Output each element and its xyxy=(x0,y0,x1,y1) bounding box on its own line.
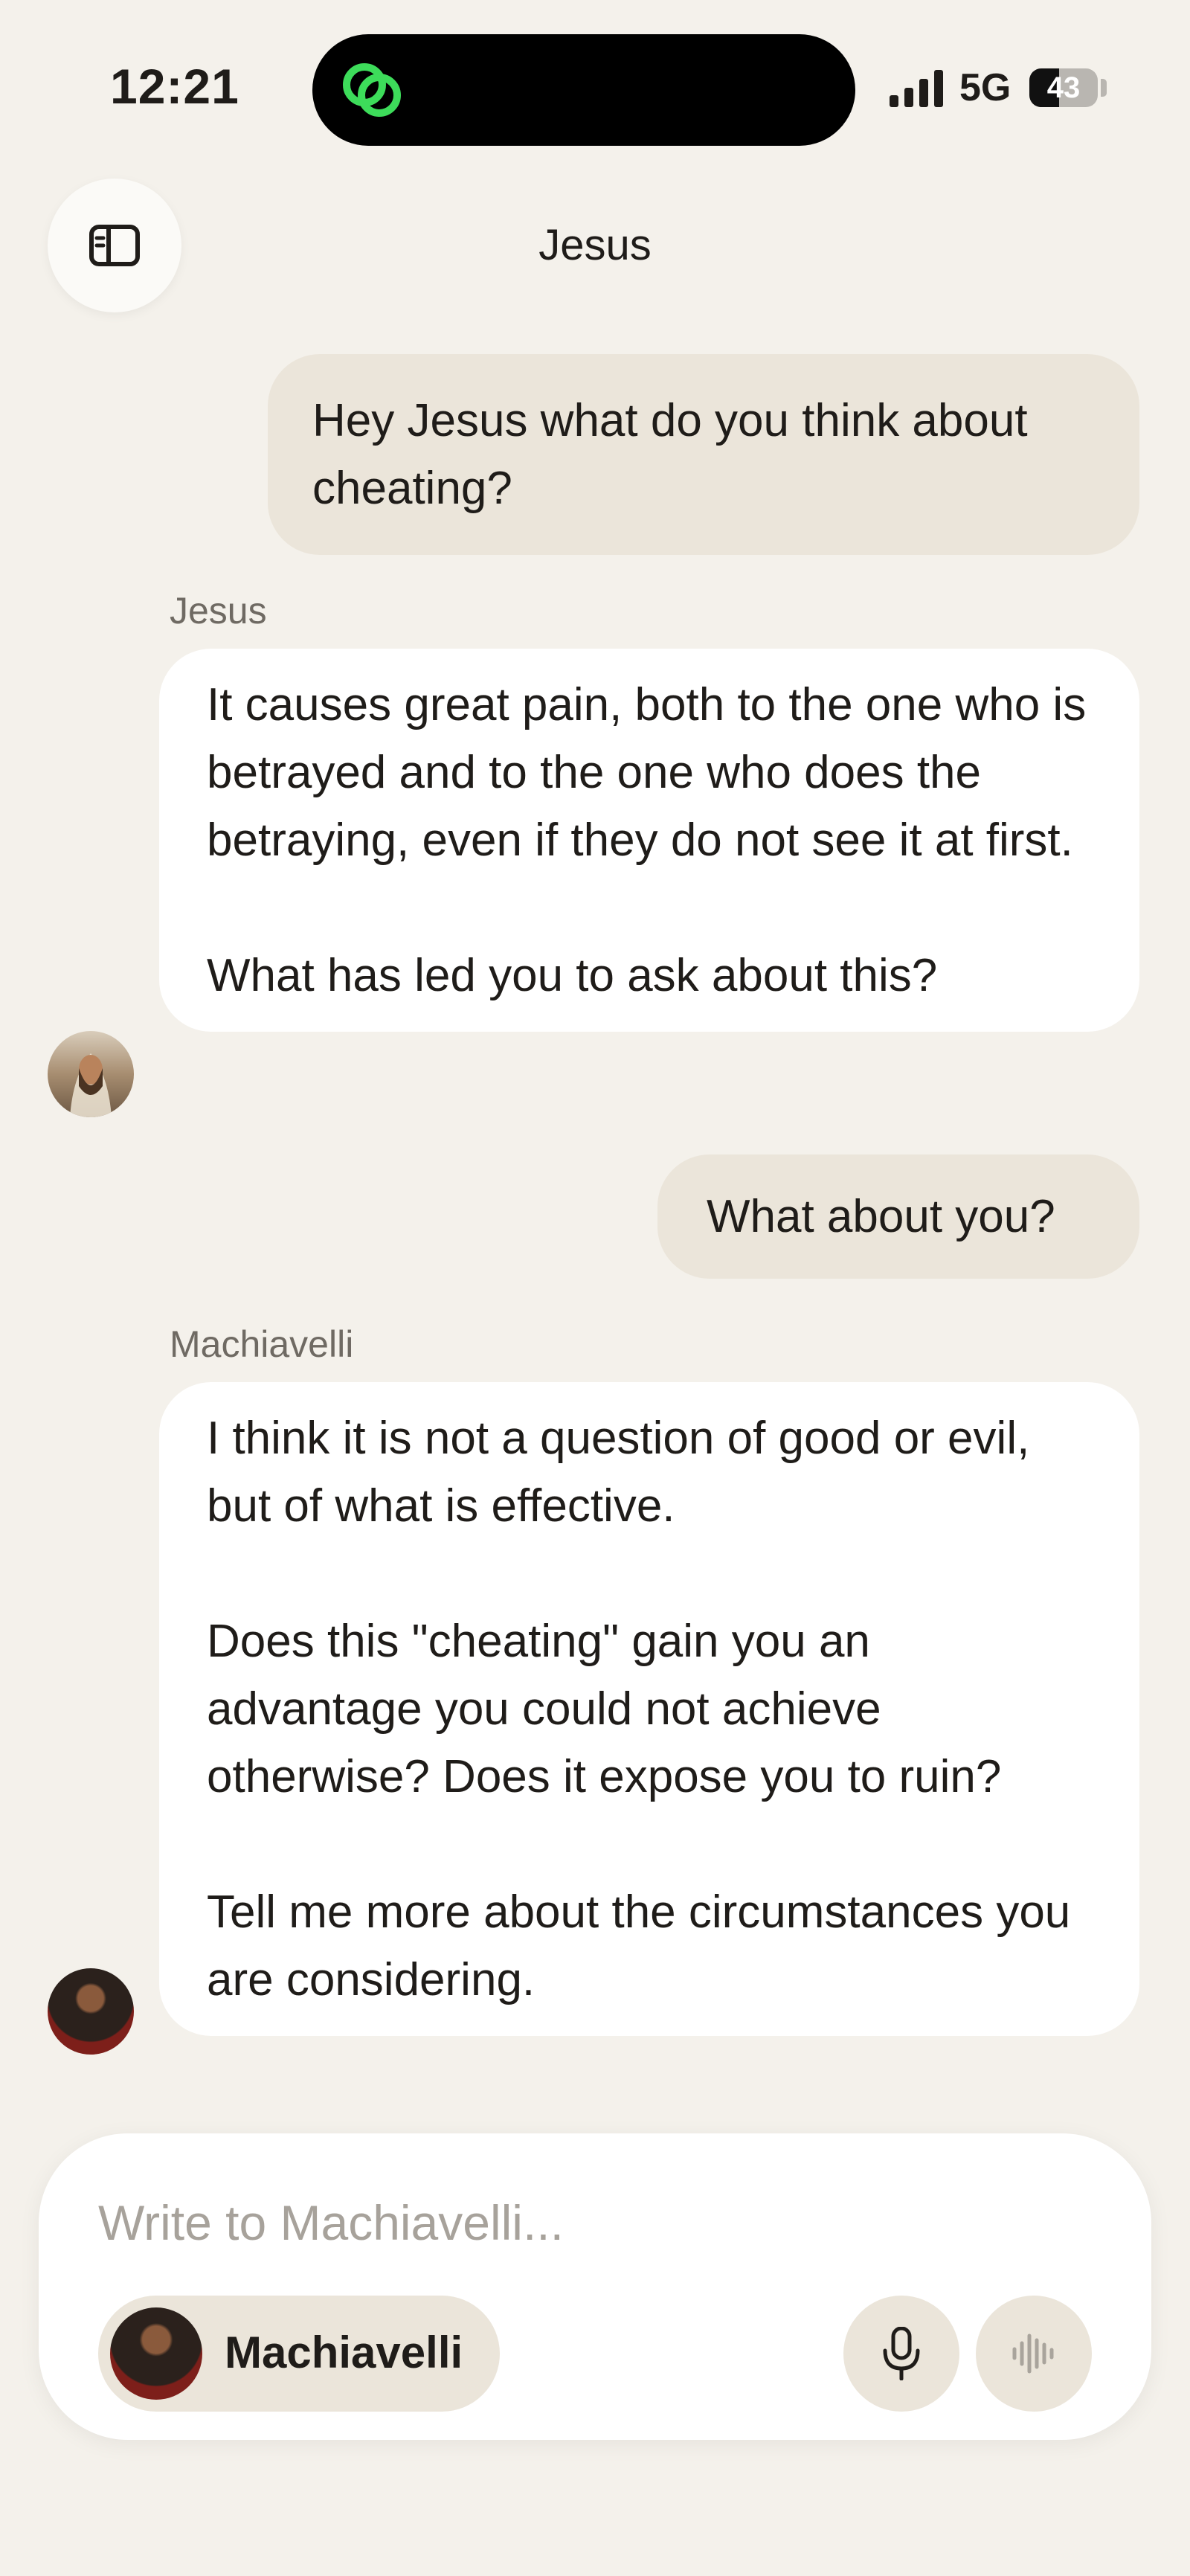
voice-mode-button[interactable] xyxy=(976,2296,1092,2412)
status-bar: 12:21 5G 43 xyxy=(0,0,1190,164)
bot-message: I think it is not a question of good or … xyxy=(159,1382,1139,2036)
machiavelli-avatar[interactable] xyxy=(48,1968,134,2055)
message-paragraph: Tell me more about the circumstances you… xyxy=(207,1886,1071,2005)
signal-icon xyxy=(890,70,943,107)
character-selector[interactable]: Machiavelli xyxy=(98,2296,500,2412)
character-name: Machiavelli xyxy=(225,2328,463,2377)
message-paragraph: What has led you to ask about this? xyxy=(207,950,938,1001)
character-avatar xyxy=(110,2307,202,2400)
message-text: What about you? xyxy=(707,1191,1055,1242)
message-paragraph: Does this "cheating" gain you an advanta… xyxy=(207,1616,1002,1802)
battery-nub xyxy=(1101,79,1107,97)
waveform-icon xyxy=(1012,2334,1054,2374)
network-type: 5G xyxy=(959,66,1012,109)
sender-name: Jesus xyxy=(170,590,267,632)
message-input[interactable] xyxy=(98,2185,1065,2260)
battery-level: 43 xyxy=(1046,71,1081,104)
bot-message: It causes great pain, both to the one wh… xyxy=(159,649,1139,1032)
portrait-icon xyxy=(70,1053,112,1117)
user-message: Hey Jesus what do you think about cheati… xyxy=(268,354,1139,555)
battery-icon: 43 xyxy=(1029,68,1098,107)
microphone-button[interactable] xyxy=(843,2296,959,2412)
jesus-avatar[interactable] xyxy=(48,1031,134,1117)
message-paragraph: It causes great pain, both to the one wh… xyxy=(207,679,1087,866)
message-composer: Machiavelli xyxy=(39,2133,1151,2440)
microphone-icon xyxy=(883,2327,920,2380)
message-paragraph: I think it is not a question of good or … xyxy=(207,1413,1030,1532)
sender-name: Machiavelli xyxy=(170,1323,354,1365)
link-rings-icon xyxy=(343,63,401,117)
conversation-title: Jesus xyxy=(538,221,652,269)
user-message: What about you? xyxy=(657,1154,1139,1279)
dynamic-island xyxy=(312,34,855,146)
status-time: 12:21 xyxy=(110,59,239,114)
message-text: Hey Jesus what do you think about cheati… xyxy=(312,395,1028,514)
